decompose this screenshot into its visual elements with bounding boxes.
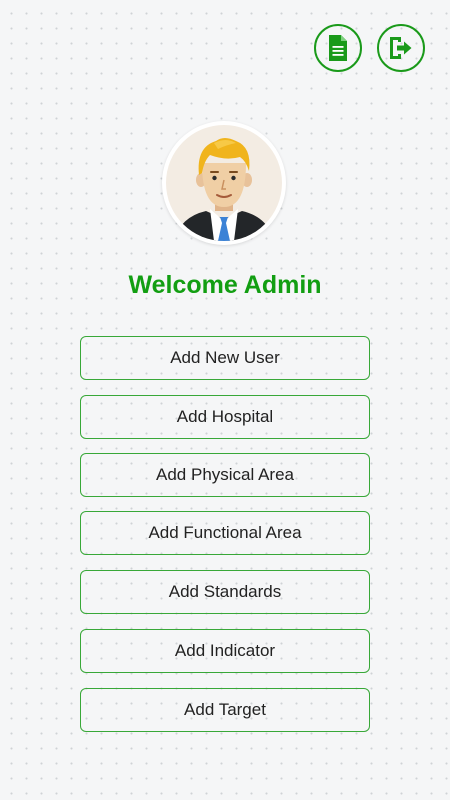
user-avatar-icon [166, 125, 282, 241]
add-functional-area-button[interactable]: Add Functional Area [80, 511, 370, 555]
report-button[interactable] [314, 24, 362, 72]
logout-icon [390, 37, 412, 59]
document-icon [329, 35, 347, 61]
logout-button[interactable] [377, 24, 425, 72]
admin-menu: Add New User Add Hospital Add Physical A… [80, 336, 370, 732]
add-hospital-button[interactable]: Add Hospital [80, 395, 370, 439]
welcome-title: Welcome Admin [128, 271, 322, 299]
avatar [162, 121, 286, 245]
add-indicator-button[interactable]: Add Indicator [80, 629, 370, 673]
add-new-user-button[interactable]: Add New User [80, 336, 370, 380]
add-target-button[interactable]: Add Target [80, 688, 370, 732]
add-standards-button[interactable]: Add Standards [80, 570, 370, 614]
add-physical-area-button[interactable]: Add Physical Area [80, 453, 370, 497]
